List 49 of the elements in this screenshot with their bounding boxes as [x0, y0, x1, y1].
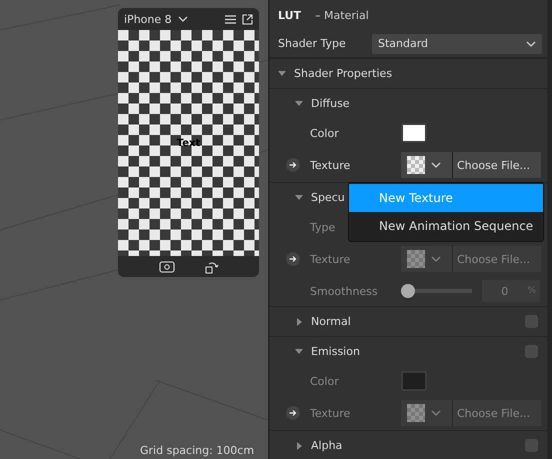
- chevron-down-icon: [431, 162, 441, 168]
- texture-picker[interactable]: [401, 400, 453, 426]
- section-checkbox[interactable]: [525, 315, 538, 328]
- color-swatch[interactable]: [401, 123, 427, 143]
- object-type: – Material: [315, 8, 369, 22]
- rotate-camera-icon[interactable]: [158, 260, 174, 274]
- object-name: LUT: [278, 8, 302, 22]
- texture-thumbnail: [407, 404, 425, 422]
- section-checkbox[interactable]: [525, 439, 538, 452]
- expand-triangle-icon[interactable]: [278, 70, 286, 78]
- choose-file-button[interactable]: Choose File...: [453, 152, 541, 178]
- external-link-icon[interactable]: [242, 14, 253, 24]
- section-label: Alpha: [311, 439, 342, 452]
- arrow-right-icon[interactable]: [286, 158, 300, 172]
- expand-triangle-icon[interactable]: [295, 348, 303, 356]
- property-label: Texture: [310, 158, 350, 172]
- texture-picker[interactable]: [401, 152, 453, 178]
- property-label: Color: [310, 126, 339, 140]
- section-checkbox[interactable]: [525, 345, 538, 358]
- property-label: Smoothness: [310, 284, 378, 298]
- expand-triangle-icon[interactable]: [295, 442, 303, 450]
- property-label: Shader Type: [278, 37, 347, 50]
- chevron-down-icon: [178, 16, 188, 22]
- expand-triangle-icon[interactable]: [295, 318, 303, 326]
- section-label: Specu: [311, 191, 345, 204]
- property-label: Texture: [310, 252, 350, 266]
- chevron-down-icon: [431, 410, 441, 416]
- chevron-down-icon: [526, 40, 536, 46]
- shader-type-dropdown[interactable]: Standard: [372, 34, 542, 54]
- menu-icon[interactable]: [225, 14, 236, 24]
- section-label: Emission: [311, 345, 360, 358]
- texture-thumbnail: [407, 156, 425, 174]
- texture-thumbnail: [407, 250, 425, 268]
- section-label: Diffuse: [311, 97, 350, 110]
- property-label: Type: [310, 220, 336, 234]
- section-label: Normal: [311, 315, 351, 328]
- expand-triangle-icon[interactable]: [295, 194, 303, 202]
- rotate-device-icon[interactable]: [204, 260, 218, 274]
- menu-item[interactable]: New Animation Sequence: [349, 212, 543, 240]
- chevron-down-icon: [431, 256, 441, 262]
- grid-spacing-label: Grid spacing: 100cm: [140, 444, 254, 457]
- property-label: Texture: [310, 406, 350, 420]
- property-label: Color: [310, 374, 339, 388]
- expand-triangle-icon[interactable]: [295, 100, 303, 108]
- texture-picker[interactable]: [401, 246, 453, 272]
- arrow-right-icon[interactable]: [286, 406, 300, 420]
- device-dropdown[interactable]: iPhone 8: [124, 12, 188, 26]
- arrow-right-icon[interactable]: [286, 252, 300, 266]
- section-label: Shader Properties: [294, 67, 392, 80]
